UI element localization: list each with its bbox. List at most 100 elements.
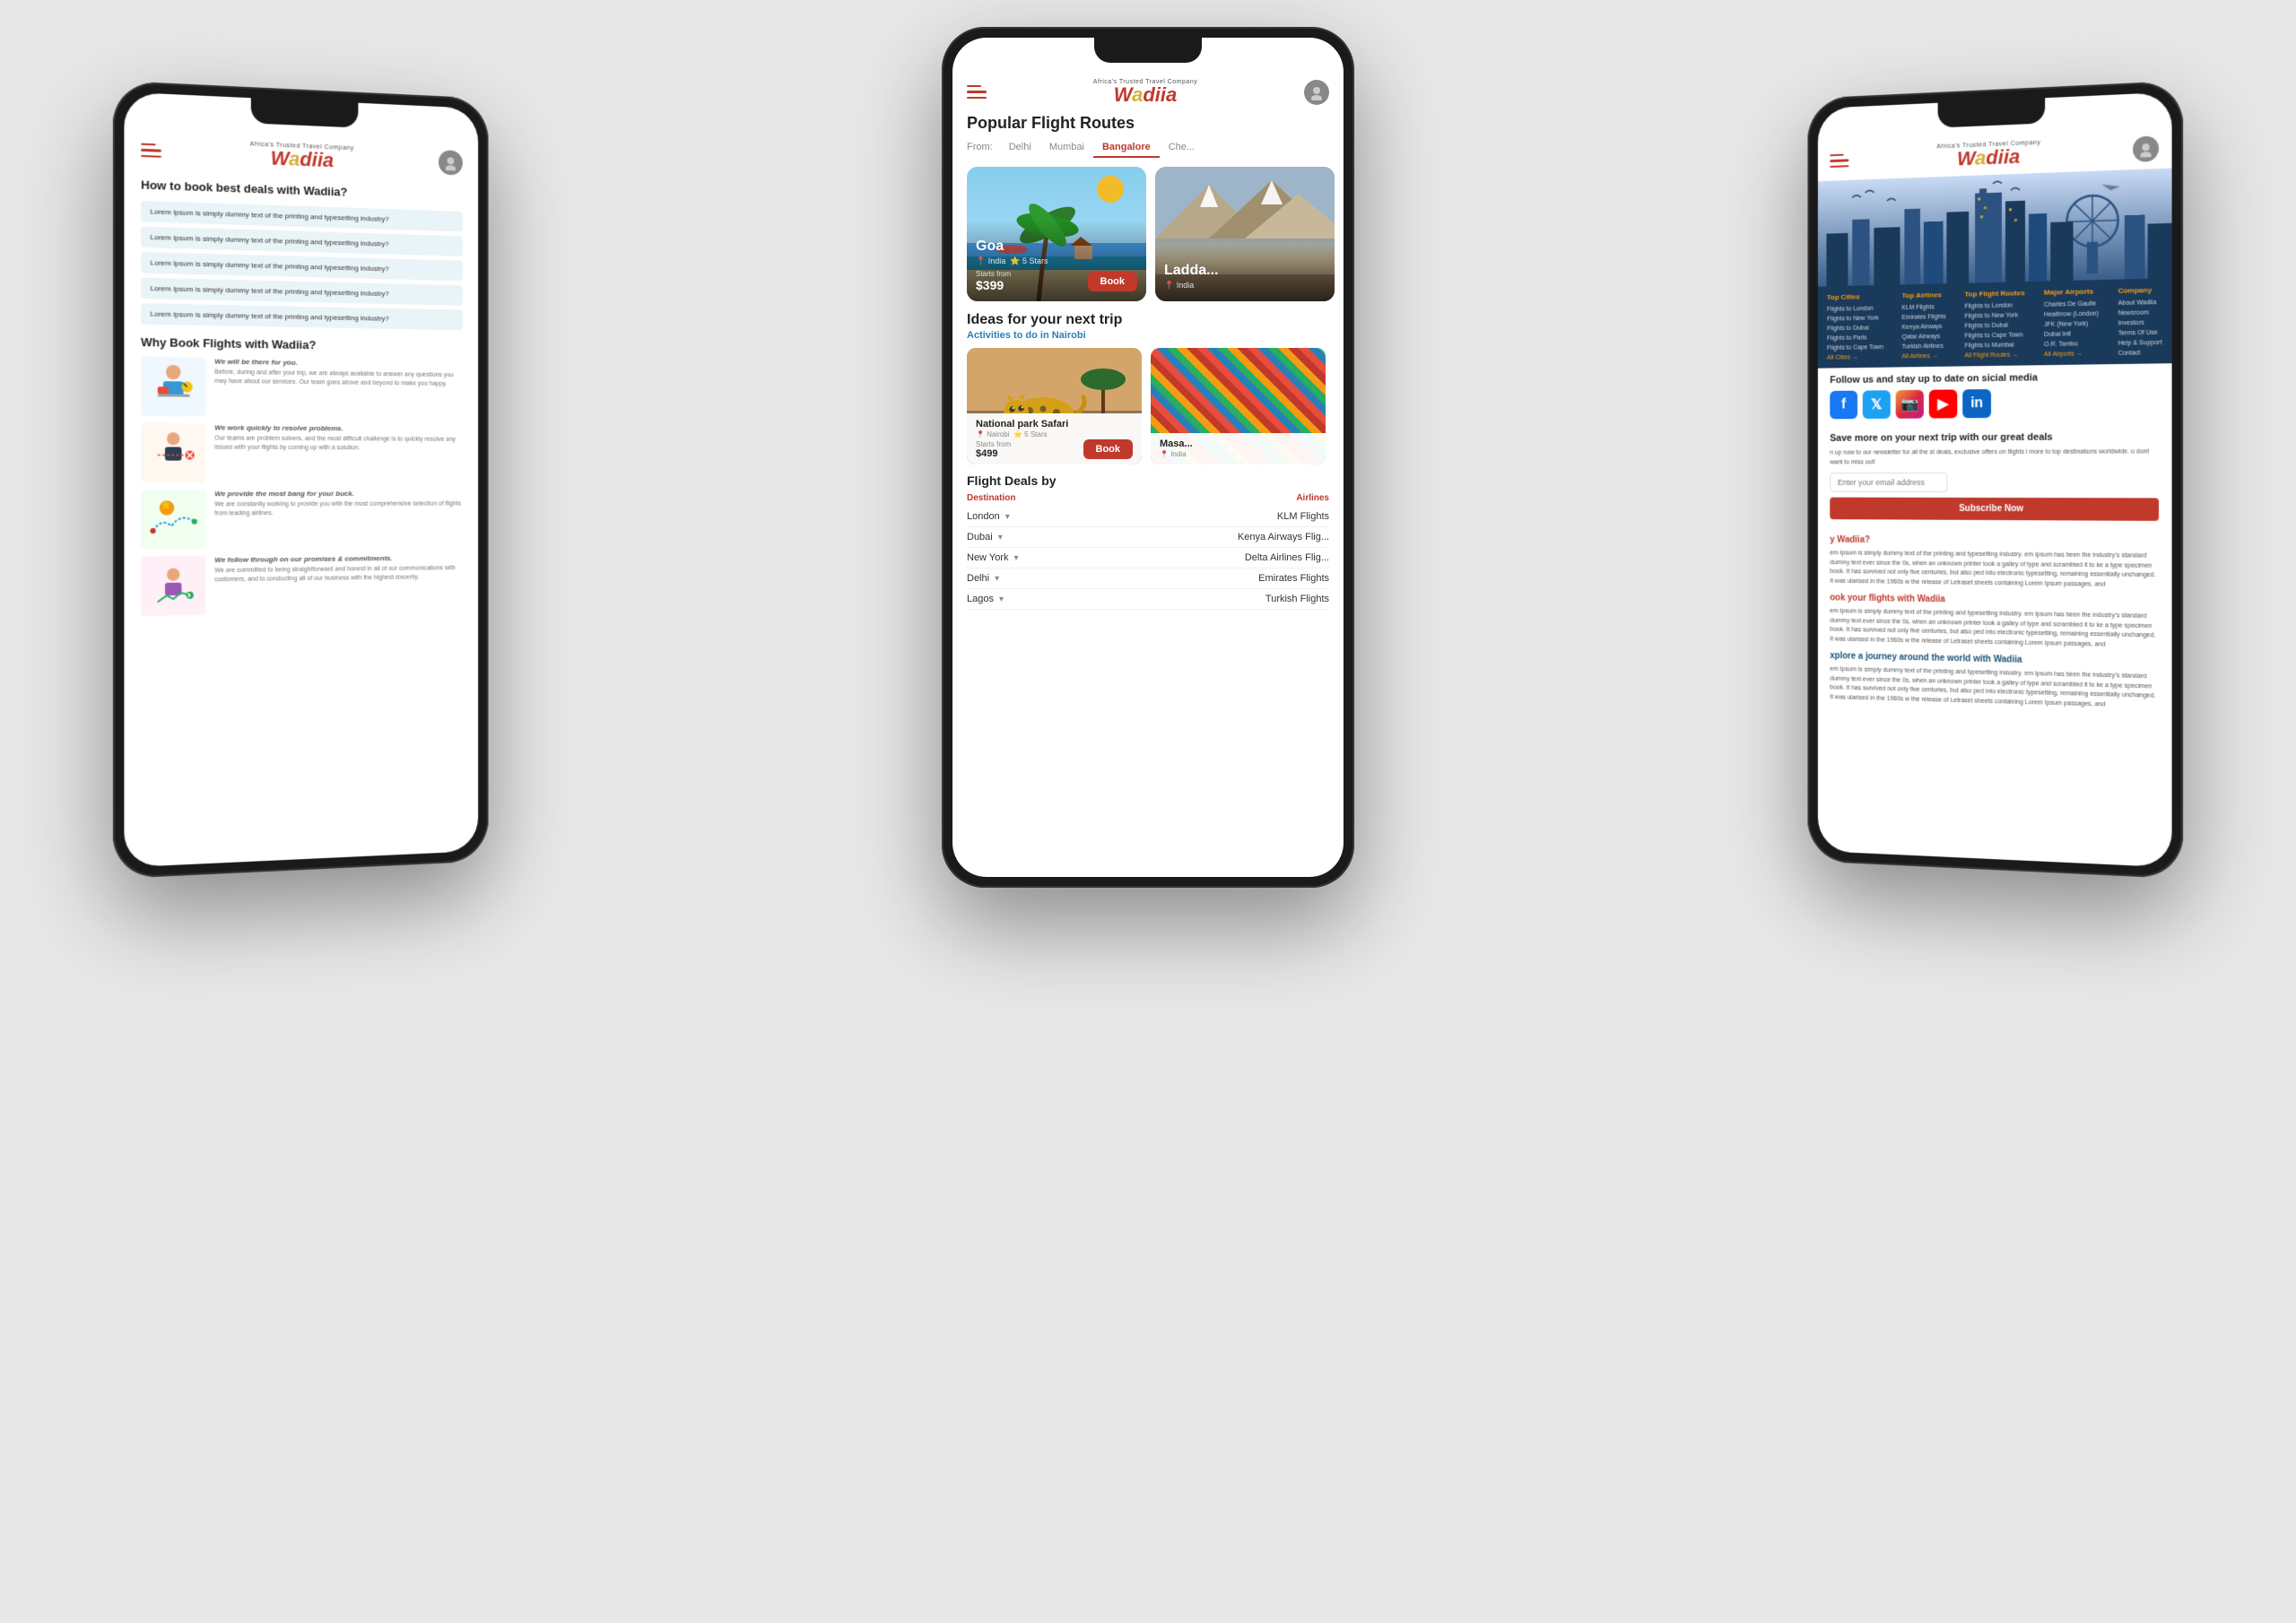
nav-col-company: Company About Wadiia Newsroom Investors … <box>2118 286 2162 357</box>
goa-overlay: Goa 📍 India ⭐ 5 Stars Starts from $399 B… <box>967 221 1146 301</box>
hamburger-icon[interactable] <box>141 143 161 158</box>
illustration-text-1: We will be there for you. Before, during… <box>214 358 463 389</box>
illustration-4 <box>141 556 205 616</box>
safari-overlay: National park Safari 📍 Nairobi ⭐ 5 Stars… <box>967 413 1142 464</box>
explore-text: em Ipsum is simply dummy text of the pri… <box>1830 665 2159 711</box>
newsletter-input[interactable] <box>1830 473 1947 492</box>
illustration-2 <box>141 423 205 482</box>
ideas-title: Ideas for your next trip <box>967 312 1329 328</box>
masal-meta: 📍 India <box>1160 450 1317 458</box>
deals-dest-3: Delhi ▾ <box>967 573 1258 584</box>
tab-mumbai[interactable]: Mumbai <box>1040 138 1093 158</box>
social-section: Follow us and stay up to date on sicial … <box>1818 363 2172 426</box>
flight-deals-table: Destination Airlines London ▾ KLM Flight… <box>967 490 1329 610</box>
faq-item-3[interactable]: Lorem Ipsum is simply dummy text of the … <box>141 252 463 281</box>
avatar-left[interactable] <box>439 150 463 176</box>
ideas-subtitle: Activities to do in Nairobi <box>967 330 1329 341</box>
deals-row-4[interactable]: Lagos ▾ Turkish Flights <box>967 589 1329 610</box>
deals-airline-1: Kenya Airways Flig... <box>1238 532 1329 542</box>
safari-price-row: Starts from $499 Book <box>976 439 1133 459</box>
phone-right-screen: Africa's Trusted Travel Company Wadiia <box>1818 92 2172 868</box>
activity-cards: National park Safari 📍 Nairobi ⭐ 5 Stars… <box>967 348 1329 464</box>
masal-name: Masa... <box>1160 438 1317 449</box>
deals-dest-0: London ▾ <box>967 511 1277 522</box>
notch-left <box>251 98 359 127</box>
right-content: Africa's Trusted Travel Company Wadiia <box>1818 92 2172 868</box>
logo-text-left: Wadiia <box>271 148 334 170</box>
deals-airline-3: Emirates Flights <box>1258 573 1329 584</box>
facebook-icon[interactable]: f <box>1830 391 1857 420</box>
nav-col-airlines: Top Airlines KLM Flights Emirates Flight… <box>1901 291 1945 360</box>
laddakh-overlay: Ladda... 📍 India <box>1155 245 1335 301</box>
nav-title-airports: Major Airports <box>2044 287 2099 296</box>
nav-title-airlines: Top Airlines <box>1901 291 1945 299</box>
ideas-section: Ideas for your next trip Activities to d… <box>952 312 1344 464</box>
hamburger-icon-right[interactable] <box>1830 153 1848 168</box>
center-content: Africa's Trusted Travel Company Wadiia P… <box>952 38 1344 877</box>
why-wadiia-text: em Ipsum is simply dummy text of the pri… <box>1830 549 2159 590</box>
tab-bangalore[interactable]: Bangalore <box>1093 138 1160 158</box>
flight-deals-title: Flight Deals by <box>967 473 1329 488</box>
logo-area-right: Africa's Trusted Travel Company Wadiia <box>1936 140 2040 170</box>
nav-title-company: Company <box>2118 286 2162 295</box>
logo-area-left: Africa's Trusted Travel Company Wadiia <box>250 141 354 171</box>
goa-price-area: Starts from $399 Book <box>976 270 1137 292</box>
illustration-row-2: We work quickly to resolve problems. Our… <box>141 423 463 482</box>
right-body-section: y Wadiia? em Ipsum is simply dummy text … <box>1818 526 2172 719</box>
book-flights-title: ook your flights with Wadiia <box>1830 592 2159 610</box>
deals-row-1[interactable]: Dubai ▾ Kenya Airways Flig... <box>967 527 1329 548</box>
laddakh-name: Ladda... <box>1164 263 1326 279</box>
illustration-text-4: We follow through on our promises & comm… <box>214 553 463 584</box>
deals-row-3[interactable]: Delhi ▾ Emirates Flights <box>967 568 1329 589</box>
left-header: Africa's Trusted Travel Company Wadiia <box>141 129 463 186</box>
linkedin-icon[interactable]: in <box>1962 389 1991 418</box>
deals-airline-0: KLM Flights <box>1277 511 1329 522</box>
illustration-text-3: We provide the most bang for your buck. … <box>214 490 463 518</box>
dest-card-laddakh[interactable]: Ladda... 📍 India <box>1155 167 1335 301</box>
deals-promo: Save more on your next trip with our gre… <box>1818 424 2172 529</box>
faq-item-2[interactable]: Lorem Ipsum is simply dummy text of the … <box>141 226 463 256</box>
deals-row-0[interactable]: London ▾ KLM Flights <box>967 507 1329 527</box>
tab-delhi[interactable]: Delhi <box>1000 138 1040 158</box>
twitter-icon[interactable]: 𝕏 <box>1863 390 1891 419</box>
illustration-area: We will be there for you. Before, during… <box>141 356 463 616</box>
logo-text-center: Wadiia <box>1114 85 1178 105</box>
instagram-icon[interactable]: 📷 <box>1896 390 1924 419</box>
deals-header: Destination Airlines <box>967 490 1329 507</box>
logo-text-right: Wadiia <box>1957 147 2020 169</box>
masal-overlay: Masa... 📍 India <box>1151 433 1326 464</box>
faq-item-4[interactable]: Lorem Ipsum is simply dummy text of the … <box>141 278 463 306</box>
social-title: Follow us and stay up to date on sicial … <box>1830 371 2159 386</box>
footer-nav: Top Cities Flights to London Flights to … <box>1818 278 2172 369</box>
left-content: Africa's Trusted Travel Company Wadiia H… <box>124 92 478 868</box>
popular-routes-title: Popular Flight Routes <box>952 114 1344 138</box>
col-airlines: Airlines <box>1296 493 1329 503</box>
phone-center-screen: Africa's Trusted Travel Company Wadiia P… <box>952 38 1344 877</box>
illustration-1 <box>141 356 205 416</box>
masal-card[interactable]: Masa... 📍 India <box>1151 348 1326 464</box>
notch-right <box>1938 98 2046 127</box>
faq-item-5[interactable]: Lorem Ipsum is simply dummy text of the … <box>141 303 463 330</box>
from-label: From: <box>967 138 1000 158</box>
tab-che[interactable]: Che... <box>1160 138 1204 158</box>
youtube-icon[interactable]: ▶ <box>1929 389 1958 418</box>
nav-col-airports: Major Airports Charles De Gaulle Heathro… <box>2044 287 2099 358</box>
safari-name: National park Safari <box>976 419 1133 430</box>
illustration-row-4: We follow through on our promises & comm… <box>141 553 463 616</box>
safari-book-btn[interactable]: Book <box>1083 439 1134 459</box>
deals-airline-2: Delta Airlines Flig... <box>1245 552 1329 563</box>
phone-center: Africa's Trusted Travel Company Wadiia P… <box>942 27 1354 888</box>
goa-book-btn[interactable]: Book <box>1088 272 1138 291</box>
avatar-center[interactable] <box>1304 80 1329 105</box>
subscribe-btn[interactable]: Subscribe Now <box>1830 498 2159 521</box>
deals-row-2[interactable]: New York ▾ Delta Airlines Flig... <box>967 548 1329 568</box>
dest-card-goa[interactable]: Goa 📍 India ⭐ 5 Stars Starts from $399 B… <box>967 167 1146 301</box>
city-skyline <box>1818 169 2172 287</box>
avatar-right[interactable] <box>2133 135 2159 162</box>
safari-card[interactable]: National park Safari 📍 Nairobi ⭐ 5 Stars… <box>967 348 1142 464</box>
deals-dest-4: Lagos ▾ <box>967 594 1265 604</box>
hamburger-icon-center[interactable] <box>967 85 987 100</box>
deals-airline-4: Turkish Flights <box>1265 594 1329 604</box>
goa-country: 📍 India ⭐ 5 Stars <box>976 256 1137 266</box>
phone-left-screen: Africa's Trusted Travel Company Wadiia H… <box>124 92 478 868</box>
